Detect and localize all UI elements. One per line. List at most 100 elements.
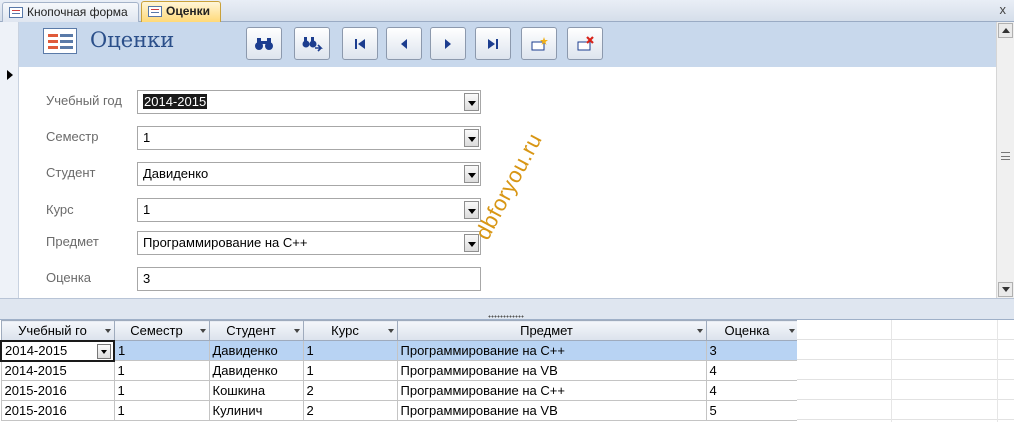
tab-grades[interactable]: Оценки — [141, 1, 222, 22]
table-cell[interactable]: Программирование на C++ — [396, 340, 707, 361]
grid-line — [797, 320, 1014, 340]
column-header-grade[interactable]: Оценка — [705, 320, 799, 341]
column-header-student[interactable]: Студент — [208, 320, 304, 341]
chevron-down-icon[interactable] — [97, 343, 111, 359]
first-record-button[interactable] — [342, 27, 378, 60]
splitter-grip-icon[interactable] — [488, 315, 524, 318]
grid-line — [997, 320, 998, 422]
table-cell[interactable]: Программирование на VB — [396, 360, 707, 381]
table-cell[interactable]: 1 — [113, 380, 210, 401]
form-header: Оценки — [19, 22, 996, 67]
form-icon — [9, 7, 23, 18]
grid-line — [797, 340, 1014, 360]
form-vertical-scrollbar[interactable] — [996, 22, 1014, 298]
grid-line — [797, 360, 1014, 380]
table-row[interactable]: 2014-2015 1 Давиденко 1 Программирование… — [0, 339, 799, 362]
table-cell[interactable]: 1 — [113, 360, 210, 381]
table-cell[interactable]: 1 — [302, 360, 398, 381]
column-header-course[interactable]: Курс — [302, 320, 398, 341]
semester-combobox[interactable]: 1 — [137, 126, 481, 150]
next-record-icon — [445, 38, 451, 49]
table-cell[interactable]: 2 — [302, 400, 398, 421]
table-cell[interactable]: 4 — [705, 360, 799, 381]
table-cell[interactable]: Программирование на C++ — [396, 380, 707, 401]
table-cell[interactable]: 3 — [705, 340, 799, 361]
table-cell[interactable]: Кошкина — [208, 380, 304, 401]
last-record-button[interactable] — [475, 27, 511, 60]
table-cell[interactable]: 2015-2016 — [0, 380, 115, 401]
chevron-down-icon[interactable] — [464, 129, 479, 147]
year-label: Учебный год — [46, 93, 122, 108]
table-cell[interactable]: 1 — [113, 400, 210, 421]
split-form-splitter[interactable] — [0, 298, 1014, 320]
previous-record-button[interactable] — [386, 27, 422, 60]
table-cell[interactable]: 2 — [302, 380, 398, 401]
datasheet-view: Учебный го Семестр Студент Курс Предмет … — [0, 320, 1014, 422]
next-record-button[interactable] — [430, 27, 466, 60]
close-icon[interactable]: x — [1000, 2, 1007, 18]
chevron-down-icon[interactable] — [464, 165, 479, 183]
filter-arrow-icon[interactable] — [104, 329, 111, 333]
delete-record-icon — [577, 35, 594, 50]
binoculars-icon — [255, 37, 273, 50]
grid-line — [797, 380, 1014, 400]
scroll-down-icon[interactable] — [998, 282, 1013, 297]
filter-arrow-icon[interactable] — [788, 329, 795, 333]
grade-input[interactable]: 3 — [137, 267, 481, 291]
subject-label: Предмет — [46, 234, 99, 249]
tab-switchboard[interactable]: Кнопочная форма — [2, 2, 139, 22]
table-cell[interactable]: Давиденко — [208, 340, 304, 361]
table-cell[interactable]: Программирование на VB — [396, 400, 707, 421]
semester-value: 1 — [143, 130, 151, 145]
datasheet-table: Учебный го Семестр Студент Курс Предмет … — [0, 320, 799, 421]
table-cell[interactable]: 2015-2016 — [0, 400, 115, 421]
student-combobox[interactable]: Давиденко — [137, 162, 481, 186]
course-combobox[interactable]: 1 — [137, 198, 481, 222]
datasheet-header-row: Учебный го Семестр Студент Курс Предмет … — [0, 320, 799, 341]
chevron-down-icon[interactable] — [464, 234, 479, 252]
first-record-icon — [355, 38, 365, 49]
table-row[interactable]: 2014-2015 1 Давиденко 1 Программирование… — [0, 360, 799, 381]
chevron-down-icon[interactable] — [464, 93, 479, 111]
scroll-grip-icon[interactable] — [1001, 152, 1010, 160]
datasheet-empty-area — [797, 320, 1014, 422]
chevron-down-icon[interactable] — [464, 201, 479, 219]
table-row[interactable]: 2015-2016 1 Кулинич 2 Программирование н… — [0, 400, 799, 421]
subject-combobox[interactable]: Программирование на C++ — [137, 231, 481, 255]
filter-arrow-icon[interactable] — [293, 329, 300, 333]
column-header-subject[interactable]: Предмет — [396, 320, 707, 341]
record-selector[interactable] — [0, 22, 19, 298]
tab-label: Оценки — [166, 4, 211, 18]
year-combobox[interactable]: 2014-2015 — [137, 90, 481, 114]
form-view: Оценки Учебный год 2014-2015 Семестр 1 С… — [0, 22, 1014, 298]
document-tab-strip: Кнопочная форма Оценки x — [0, 0, 1014, 22]
table-cell[interactable]: 2014-2015 — [0, 339, 115, 362]
table-row[interactable]: 2015-2016 1 Кошкина 2 Программирование н… — [0, 380, 799, 401]
new-record-button[interactable] — [521, 27, 557, 60]
scroll-up-icon[interactable] — [998, 23, 1013, 38]
filter-arrow-icon[interactable] — [387, 329, 394, 333]
filter-arrow-icon[interactable] — [199, 329, 206, 333]
form-icon — [43, 28, 77, 54]
semester-label: Семестр — [46, 129, 99, 144]
table-cell[interactable]: 1 — [302, 340, 398, 361]
grid-line — [891, 320, 892, 422]
delete-record-button[interactable] — [567, 27, 603, 60]
column-header-semester[interactable]: Семестр — [113, 320, 210, 341]
student-label: Студент — [46, 165, 96, 180]
table-cell[interactable]: Кулинич — [208, 400, 304, 421]
course-value: 1 — [143, 202, 151, 217]
table-cell[interactable]: 1 — [113, 340, 210, 361]
previous-record-icon — [401, 38, 407, 49]
table-cell[interactable]: 5 — [705, 400, 799, 421]
column-header-year[interactable]: Учебный го — [0, 320, 115, 341]
table-cell[interactable]: Давиденко — [208, 360, 304, 381]
table-cell[interactable]: 4 — [705, 380, 799, 401]
year-value: 2014-2015 — [143, 94, 208, 109]
new-record-icon — [531, 36, 548, 50]
table-cell[interactable]: 2014-2015 — [0, 360, 115, 381]
current-record-arrow-icon — [7, 70, 13, 80]
find-next-button[interactable] — [294, 27, 330, 60]
filter-arrow-icon[interactable] — [696, 329, 703, 333]
find-button[interactable] — [246, 27, 282, 60]
